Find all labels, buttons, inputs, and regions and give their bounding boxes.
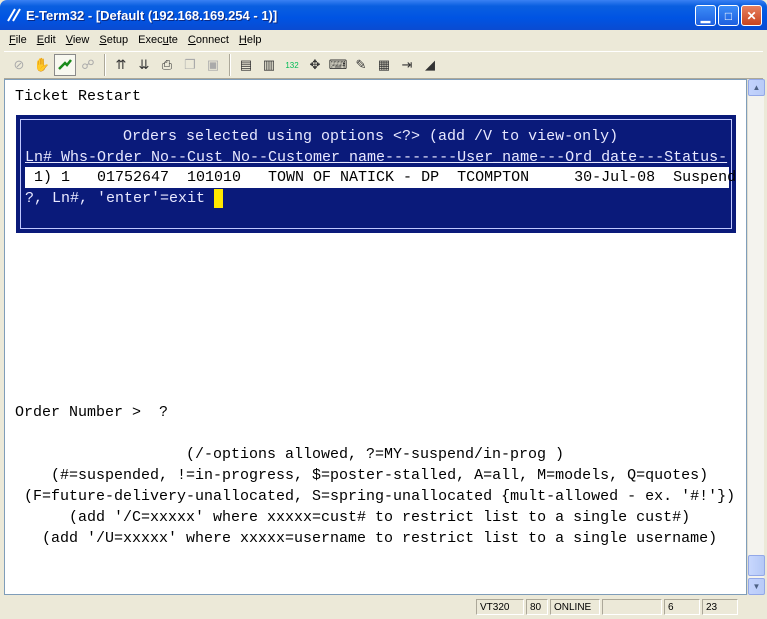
macro-icon[interactable]: ▦ [373,54,395,76]
menu-connect[interactable]: Connect [183,34,234,46]
status-message [4,599,474,615]
toolbar-separator [104,54,106,76]
receive-file-icon[interactable]: ⇊ [133,54,155,76]
send-file-icon[interactable]: ⇈ [110,54,132,76]
help-line: (add '/U=xxxxx' where xxxxx=username to … [42,530,718,547]
text-cursor [214,188,224,208]
minimize-button[interactable]: ▁ [695,5,716,26]
scroll-up-button[interactable]: ▲ [748,79,765,96]
status-emulation: VT320 [476,599,524,615]
help-line: (/-options allowed, ?=MY-suspend/in-prog… [186,446,565,463]
status-columns: 80 [526,599,548,615]
scroll-thumb[interactable] [748,555,765,576]
window-title: E-Term32 - [Default (192.168.169.254 - 1… [26,7,278,23]
disconnect-icon[interactable]: ☍ [77,54,99,76]
menu-bar: File Edit View Setup Execute Connect Hel… [4,30,763,50]
app-icon [7,8,21,22]
prompt-text: ?, Ln#, 'enter'=exit [25,190,215,207]
scroll-down-button[interactable]: ▼ [748,578,765,595]
keypad-132-icon[interactable]: 132 [281,54,303,76]
order-row-text: 1) 1 01752647 101010 TOWN OF NATICK - DP… [25,169,737,186]
menu-execute[interactable]: Execute [133,34,183,46]
maximize-icon: □ [724,8,733,23]
minimize-icon: ▁ [700,8,711,23]
keyboard-icon[interactable]: ⌨ [327,54,349,76]
screen-capture-icon[interactable]: ▥ [258,54,280,76]
panel-title: Orders selected using options <?> (add /… [123,128,619,145]
help-line: (add '/C=xxxxx' where xxxxx=cust# to res… [69,509,691,526]
cancel-icon[interactable]: ⊘ [8,54,30,76]
menu-setup[interactable]: Setup [94,34,133,46]
screen-title: Ticket Restart [15,88,142,105]
close-icon: ✕ [746,8,757,23]
edit-icon[interactable]: ◢ [419,54,441,76]
orders-panel: Orders selected using options <?> (add /… [16,115,736,233]
help-line: (#=suspended, !=in-progress, $=poster-st… [51,467,709,484]
connect-icon[interactable] [54,54,76,76]
status-col: 23 [702,599,738,615]
chevron-down-icon: ▼ [752,582,761,591]
menu-file[interactable]: File [4,34,32,46]
order-number-prompt[interactable]: Order Number > ? [15,402,168,423]
table-header: Ln# Whs-Order_No--Cust_No--Customer_name… [25,149,728,166]
toolbar-separator [229,54,231,76]
hotspot-icon[interactable]: ✥ [304,54,326,76]
script-icon[interactable]: ✎ [350,54,372,76]
copy-icon[interactable]: ❐ [179,54,201,76]
status-bar: VT320 80 ONLINE 6 23 [4,597,763,617]
maximize-button[interactable]: □ [718,5,739,26]
menu-edit[interactable]: Edit [32,34,61,46]
title-bar: E-Term32 - [Default (192.168.169.254 - 1… [0,0,767,30]
help-line: (F=future-delivery-unallocated, S=spring… [24,488,736,505]
close-button[interactable]: ✕ [741,5,762,26]
selection-prompt[interactable]: ?, Ln#, 'enter'=exit [25,188,224,209]
terminal-screen[interactable]: Ticket Restart Orders selected using opt… [4,79,747,595]
exit-icon[interactable]: ⇥ [396,54,418,76]
chevron-up-icon: ▲ [752,83,761,92]
toolbar: ⊘ ✋ ☍ ⇈ ⇊ ⎙ ❐ ▣ ▤ ▥ 132 ✥ ⌨ ✎ ▦ ⇥ ◢ [4,51,763,79]
hand-icon[interactable]: ✋ [31,54,53,76]
print-icon[interactable]: ⎙ [156,54,178,76]
status-row: 6 [664,599,700,615]
menu-view[interactable]: View [61,34,95,46]
menu-help[interactable]: Help [234,34,267,46]
status-state: ONLINE [550,599,600,615]
screen-print-icon[interactable]: ▤ [235,54,257,76]
paste-icon[interactable]: ▣ [202,54,224,76]
status-empty [602,599,662,615]
table-row[interactable]: 1) 1 01752647 101010 TOWN OF NATICK - DP… [25,167,736,188]
vertical-scrollbar[interactable]: ▲ ▼ [747,79,765,595]
